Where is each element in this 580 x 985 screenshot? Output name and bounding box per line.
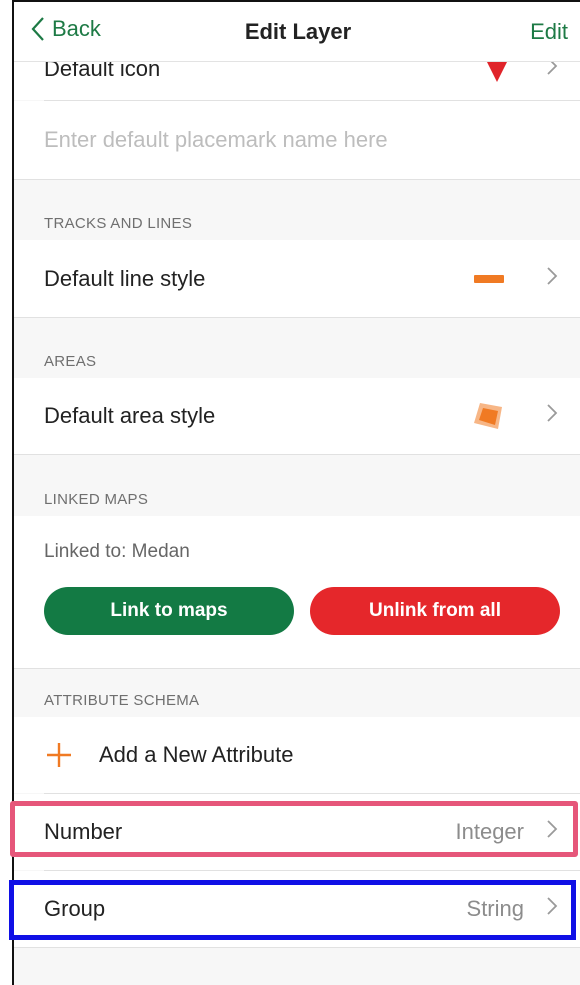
tracks-and-lines-header: TRACKS AND LINES xyxy=(44,215,193,232)
default-line-style-row[interactable]: Default line style xyxy=(14,240,580,318)
linked-to-text: Linked to: Medan xyxy=(44,541,190,562)
linked-maps-header: LINKED MAPS xyxy=(44,491,149,508)
attribute-schema-header: ATTRIBUTE SCHEMA xyxy=(44,692,200,709)
add-attribute-label: Add a New Attribute xyxy=(99,742,294,767)
placemark-name-placeholder: Enter default placemark name here xyxy=(44,127,388,152)
add-attribute-row[interactable]: Add a New Attribute xyxy=(14,717,580,793)
default-area-style-row[interactable]: Default area style xyxy=(14,378,580,454)
highlight-box-pink xyxy=(10,801,578,857)
area-style-swatch-icon xyxy=(472,400,506,438)
linked-maps-panel: Linked to: Medan Link to maps Unlink fro… xyxy=(14,516,580,668)
unlink-from-all-button[interactable]: Unlink from all xyxy=(310,587,560,635)
chevron-right-icon xyxy=(546,266,558,292)
line-style-swatch-icon xyxy=(474,275,504,283)
chevron-right-icon xyxy=(546,403,558,429)
plus-icon xyxy=(46,742,72,774)
navigation-bar: Back Edit Layer Edit xyxy=(14,2,580,62)
page-title: Edit Layer xyxy=(244,19,352,44)
placemark-name-input[interactable]: Enter default placemark name here xyxy=(14,101,580,179)
edit-button[interactable]: Edit xyxy=(530,19,568,45)
highlight-box-blue xyxy=(9,880,576,940)
areas-header: AREAS xyxy=(44,353,97,370)
link-to-maps-button[interactable]: Link to maps xyxy=(44,587,294,635)
